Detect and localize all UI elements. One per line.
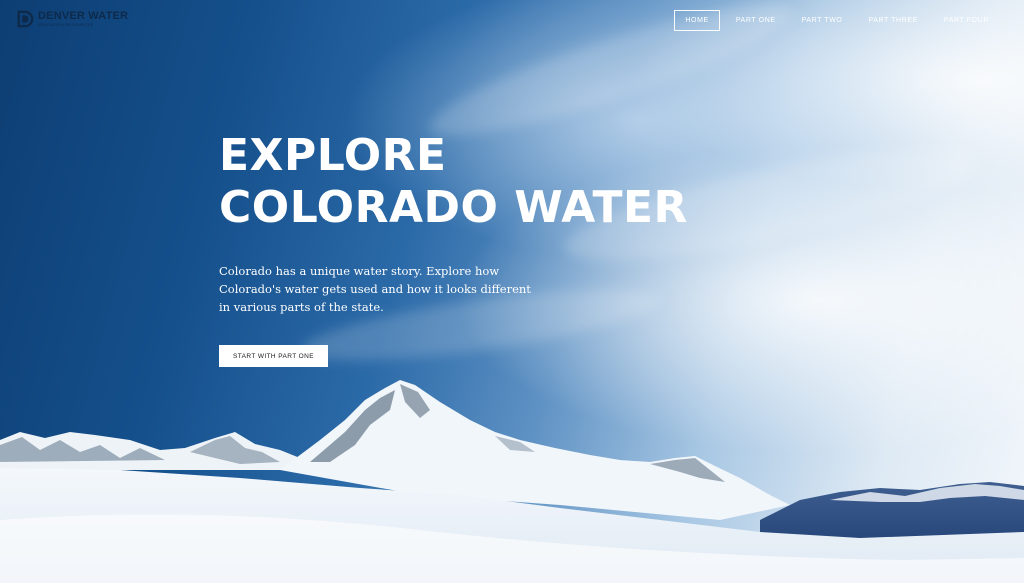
brand-tagline: EDUCATION RESOURCES bbox=[38, 22, 94, 27]
brand-text: DENVER WATER EDUCATION RESOURCES bbox=[38, 11, 128, 27]
brand-logo[interactable]: DENVER WATER EDUCATION RESOURCES bbox=[16, 10, 128, 28]
hero-title-line-2: COLORADO WATER bbox=[219, 182, 688, 233]
nav-item-home[interactable]: HOME bbox=[674, 10, 720, 31]
hero-title-line-1: EXPLORE bbox=[219, 130, 447, 181]
hero-section: DENVER WATER EDUCATION RESOURCES HOME PA… bbox=[0, 0, 1024, 583]
hero-description: Colorado has a unique water story. Explo… bbox=[219, 264, 531, 314]
hero-title: EXPLORE COLORADO WATER bbox=[219, 130, 688, 234]
brand-name: DENVER WATER bbox=[38, 10, 129, 22]
nav-item-part-one[interactable]: PART ONE bbox=[723, 11, 789, 30]
nav-item-part-four[interactable]: PART FOUR bbox=[931, 11, 1002, 30]
nav-item-part-two[interactable]: PART TWO bbox=[789, 11, 856, 30]
denver-water-logo-icon bbox=[17, 10, 34, 28]
nav-item-part-three[interactable]: PART THREE bbox=[855, 11, 930, 30]
start-part-one-button[interactable]: START WITH PART ONE bbox=[219, 345, 328, 367]
main-nav: HOME PART ONE PART TWO PART THREE PART F… bbox=[674, 10, 1002, 31]
